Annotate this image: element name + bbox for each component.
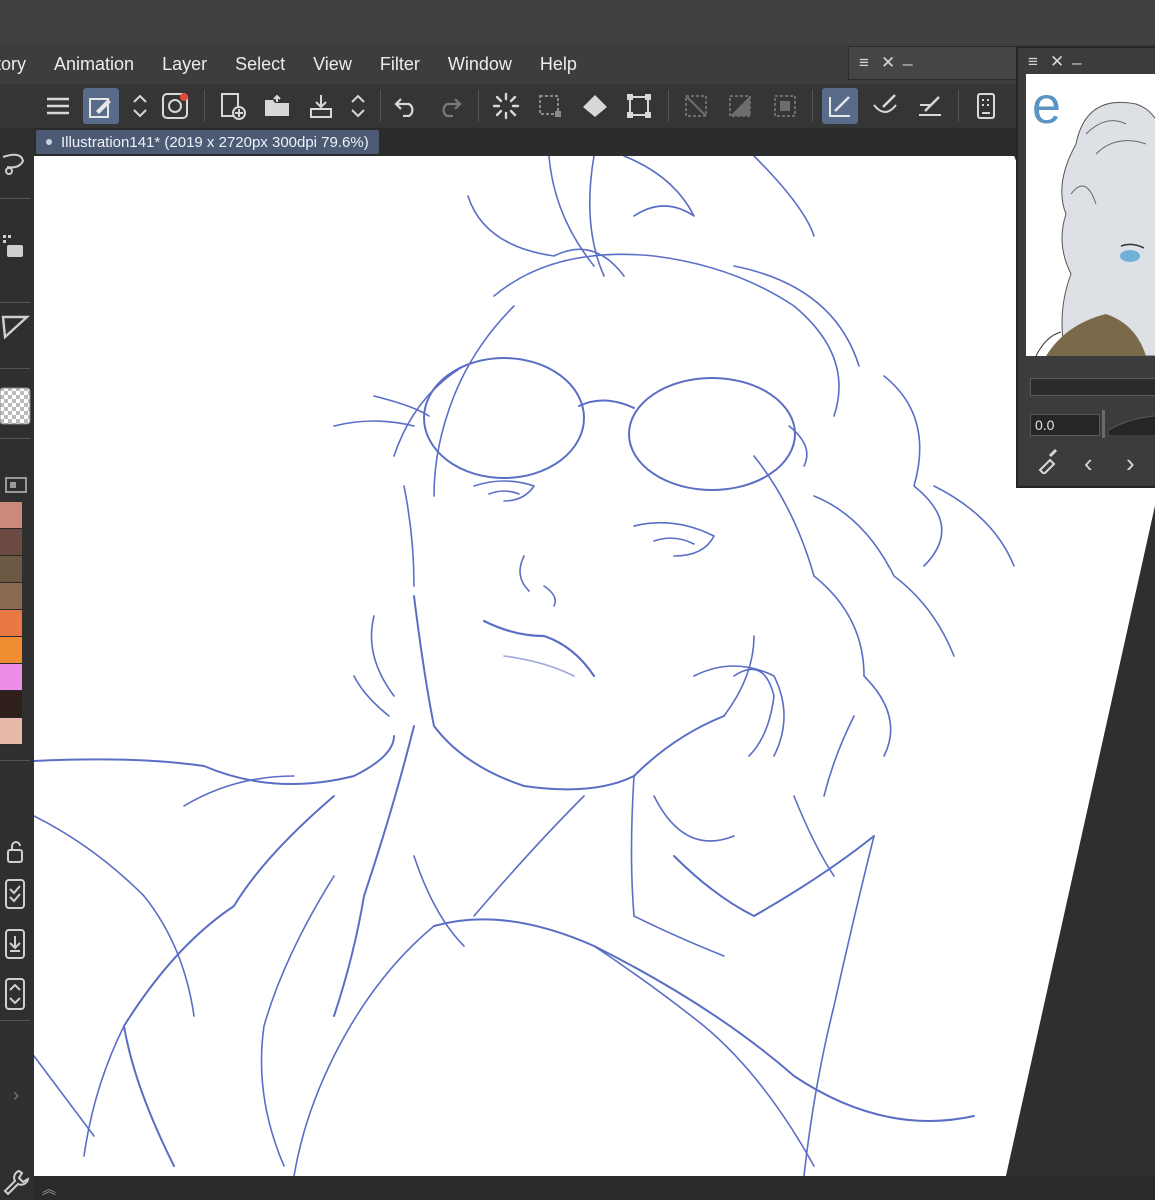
up-down-icon-2[interactable] bbox=[340, 88, 376, 124]
color-swatch[interactable] bbox=[0, 718, 22, 745]
lock-icon[interactable] bbox=[0, 834, 32, 870]
document-tab-strip: Illustration141* (2019 x 2720px 300dpi 7… bbox=[34, 128, 1020, 156]
rotation-slider-track[interactable] bbox=[1108, 412, 1155, 436]
chevron-left-icon[interactable]: ‹ bbox=[1084, 448, 1093, 478]
new-file-icon[interactable] bbox=[215, 88, 251, 124]
canvas-workspace[interactable] bbox=[34, 156, 1155, 1176]
chevron-right-icon[interactable]: › bbox=[0, 1082, 32, 1108]
command-bar bbox=[0, 84, 1020, 129]
color-swatch[interactable] bbox=[0, 664, 22, 691]
minimize-icon[interactable]: _ bbox=[903, 47, 912, 67]
palette-set-icon[interactable] bbox=[0, 472, 32, 498]
fill-tool-icon[interactable] bbox=[0, 228, 32, 264]
menu-icon[interactable] bbox=[40, 88, 76, 124]
pen-pressure-icon[interactable] bbox=[822, 88, 858, 124]
chevron-up-icon[interactable]: ︽ bbox=[42, 1179, 56, 1199]
lasso-icon[interactable] bbox=[0, 146, 32, 182]
preview-illustration-icon bbox=[1035, 101, 1155, 356]
device-icon[interactable] bbox=[968, 88, 1004, 124]
eyedropper-icon[interactable] bbox=[1036, 448, 1058, 480]
invert-selection-icon[interactable] bbox=[722, 88, 758, 124]
menu-filter[interactable]: Filter bbox=[380, 54, 420, 75]
undo-icon[interactable] bbox=[388, 88, 424, 124]
color-swatch[interactable] bbox=[0, 637, 22, 664]
spiral-icon[interactable] bbox=[157, 88, 193, 124]
menu-view[interactable]: View bbox=[313, 54, 352, 75]
navigator-buttons: ‹ › bbox=[1030, 448, 1155, 478]
select-marquee-icon[interactable] bbox=[532, 88, 568, 124]
color-swatch[interactable] bbox=[0, 610, 22, 637]
open-folder-icon[interactable] bbox=[259, 88, 295, 124]
checklist-icon[interactable] bbox=[0, 876, 32, 912]
up-down-icon-3[interactable] bbox=[0, 976, 32, 1012]
close-icon[interactable]: ✕ bbox=[1050, 52, 1064, 72]
color-swatch[interactable] bbox=[0, 691, 22, 718]
title-bar bbox=[0, 0, 1155, 44]
navigator-preview[interactable]: e bbox=[1026, 74, 1155, 356]
document-tab[interactable]: Illustration141* (2019 x 2720px 300dpi 7… bbox=[36, 130, 379, 154]
wrench-icon[interactable] bbox=[0, 1164, 32, 1200]
minimize-icon[interactable]: _ bbox=[1072, 46, 1081, 66]
menu-select[interactable]: Select bbox=[235, 54, 285, 75]
rotation-field[interactable]: 0.0 bbox=[1030, 414, 1100, 436]
export-icon[interactable] bbox=[303, 88, 339, 124]
close-icon[interactable]: ✕ bbox=[881, 53, 895, 73]
up-down-icon[interactable] bbox=[122, 88, 158, 124]
panel-menu-icon[interactable]: ≡ bbox=[1028, 52, 1038, 72]
menu-window[interactable]: Window bbox=[448, 54, 512, 75]
ruler-pen-icon[interactable] bbox=[912, 88, 948, 124]
color-swatch[interactable] bbox=[0, 556, 22, 583]
transparent-color-icon[interactable] bbox=[0, 386, 32, 426]
rotation-slider-handle[interactable] bbox=[1102, 410, 1105, 438]
zoom-slider[interactable] bbox=[1030, 378, 1155, 396]
panel-menu-icon[interactable]: ≡ bbox=[859, 53, 869, 73]
color-swatch[interactable] bbox=[0, 583, 22, 610]
status-bar: ︽ bbox=[34, 1176, 1155, 1200]
menu-animation[interactable]: Animation bbox=[54, 54, 134, 75]
import-icon[interactable] bbox=[0, 926, 32, 962]
selection-frame-icon[interactable] bbox=[767, 88, 803, 124]
menu-layer[interactable]: Layer bbox=[162, 54, 207, 75]
left-tool-panel: › bbox=[0, 128, 36, 1200]
fill-bucket-icon[interactable] bbox=[577, 88, 613, 124]
deselect-icon[interactable] bbox=[678, 88, 714, 124]
sub-view-header: ≡ ✕ _ bbox=[848, 46, 1022, 80]
ruler-triangle-icon[interactable] bbox=[0, 308, 32, 344]
navigator-panel: ≡ ✕ _ e 0.0 ‹ › bbox=[1016, 46, 1155, 488]
document-tab-title: Illustration141* (2019 x 2720px 300dpi 7… bbox=[61, 133, 369, 151]
color-swatch[interactable] bbox=[0, 529, 22, 556]
tab-dot-icon bbox=[46, 139, 52, 145]
eyedropper-pen-icon[interactable] bbox=[83, 88, 119, 124]
transform-icon[interactable] bbox=[621, 88, 657, 124]
chevron-right-icon[interactable]: › bbox=[1126, 448, 1135, 478]
drawing-canvas[interactable] bbox=[34, 156, 1155, 1176]
loading-spinner-icon[interactable] bbox=[488, 88, 524, 124]
redo-icon[interactable] bbox=[432, 88, 468, 124]
brush-icon[interactable] bbox=[867, 88, 903, 124]
menu-history[interactable]: tory bbox=[0, 54, 26, 75]
menu-help[interactable]: Help bbox=[540, 54, 577, 75]
color-swatch[interactable] bbox=[0, 502, 22, 529]
